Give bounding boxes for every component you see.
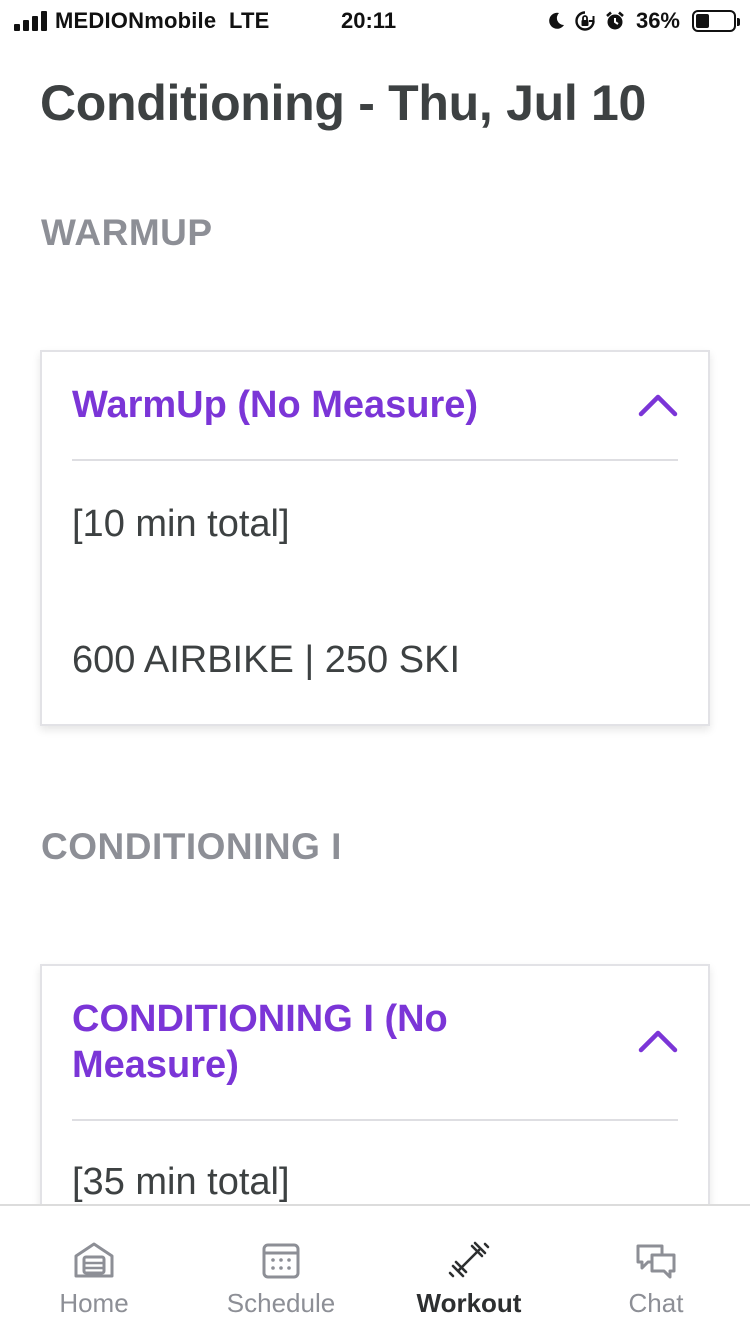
home-icon bbox=[74, 1242, 114, 1278]
alarm-icon bbox=[606, 11, 624, 30]
status-time: 20:11 bbox=[341, 8, 397, 33]
card-header[interactable]: CONDITIONING I (No Measure) bbox=[72, 966, 678, 1121]
chevron-up-icon[interactable] bbox=[638, 390, 678, 420]
status-bar: MEDIONmobile LTE 20:11 36% bbox=[0, 0, 750, 42]
chat-icon bbox=[636, 1244, 676, 1279]
carrier-label: MEDIONmobile LTE bbox=[55, 8, 269, 34]
page-title: Conditioning - Thu, Jul 10 bbox=[40, 75, 647, 131]
workout-duration: [35 min total] bbox=[72, 1161, 290, 1203]
card-title: CONDITIONING I (No Measure) bbox=[72, 966, 678, 1088]
card-title-line-2: Measure) bbox=[72, 1044, 239, 1086]
card-body: [10 min total] 600 AIRBIKE | 250 SKI bbox=[42, 503, 708, 682]
chevron-up-icon[interactable] bbox=[638, 1026, 678, 1056]
tab-label: Workout bbox=[416, 1288, 522, 1318]
card-title-line-1: CONDITIONING I (No bbox=[72, 998, 448, 1040]
orientation-lock-icon bbox=[575, 11, 595, 31]
signal-strength-icon bbox=[14, 11, 48, 31]
battery-icon bbox=[692, 10, 740, 32]
tab-bar: Home Schedule Workout Chat bbox=[0, 1204, 750, 1334]
card-header[interactable]: WarmUp (No Measure) bbox=[72, 352, 678, 461]
moon-icon bbox=[549, 12, 564, 29]
dumbbell-icon bbox=[448, 1241, 490, 1278]
section-header-warmup: WARMUP bbox=[41, 212, 213, 253]
battery-percent: 36% bbox=[635, 8, 680, 33]
tab-schedule[interactable]: Schedule bbox=[187, 1206, 375, 1334]
tab-label: Chat bbox=[628, 1288, 684, 1318]
card-title: WarmUp (No Measure) bbox=[72, 384, 479, 426]
workout-description: 600 AIRBIKE | 250 SKI bbox=[72, 639, 460, 681]
calendar-icon bbox=[262, 1243, 300, 1279]
workout-duration: [10 min total] bbox=[72, 503, 290, 545]
card-body: [35 min total] bbox=[42, 1161, 708, 1204]
tab-label: Schedule bbox=[226, 1288, 336, 1318]
status-icons: 36% bbox=[546, 8, 740, 34]
section-header-conditioning: CONDITIONING I bbox=[41, 826, 342, 867]
carrier-name: MEDIONmobile bbox=[55, 8, 217, 33]
tab-label: Home bbox=[59, 1288, 129, 1318]
workout-card-warmup: WarmUp (No Measure) [10 min total] 600 A… bbox=[40, 350, 710, 726]
battery-fill bbox=[696, 14, 709, 28]
tab-chat[interactable]: Chat bbox=[562, 1206, 750, 1334]
network-type: LTE bbox=[228, 8, 270, 33]
tab-home[interactable]: Home bbox=[0, 1206, 188, 1334]
tab-workout[interactable]: Workout bbox=[375, 1206, 563, 1334]
workout-screen: MEDIONmobile LTE 20:11 36% Conditioning … bbox=[0, 0, 750, 1334]
